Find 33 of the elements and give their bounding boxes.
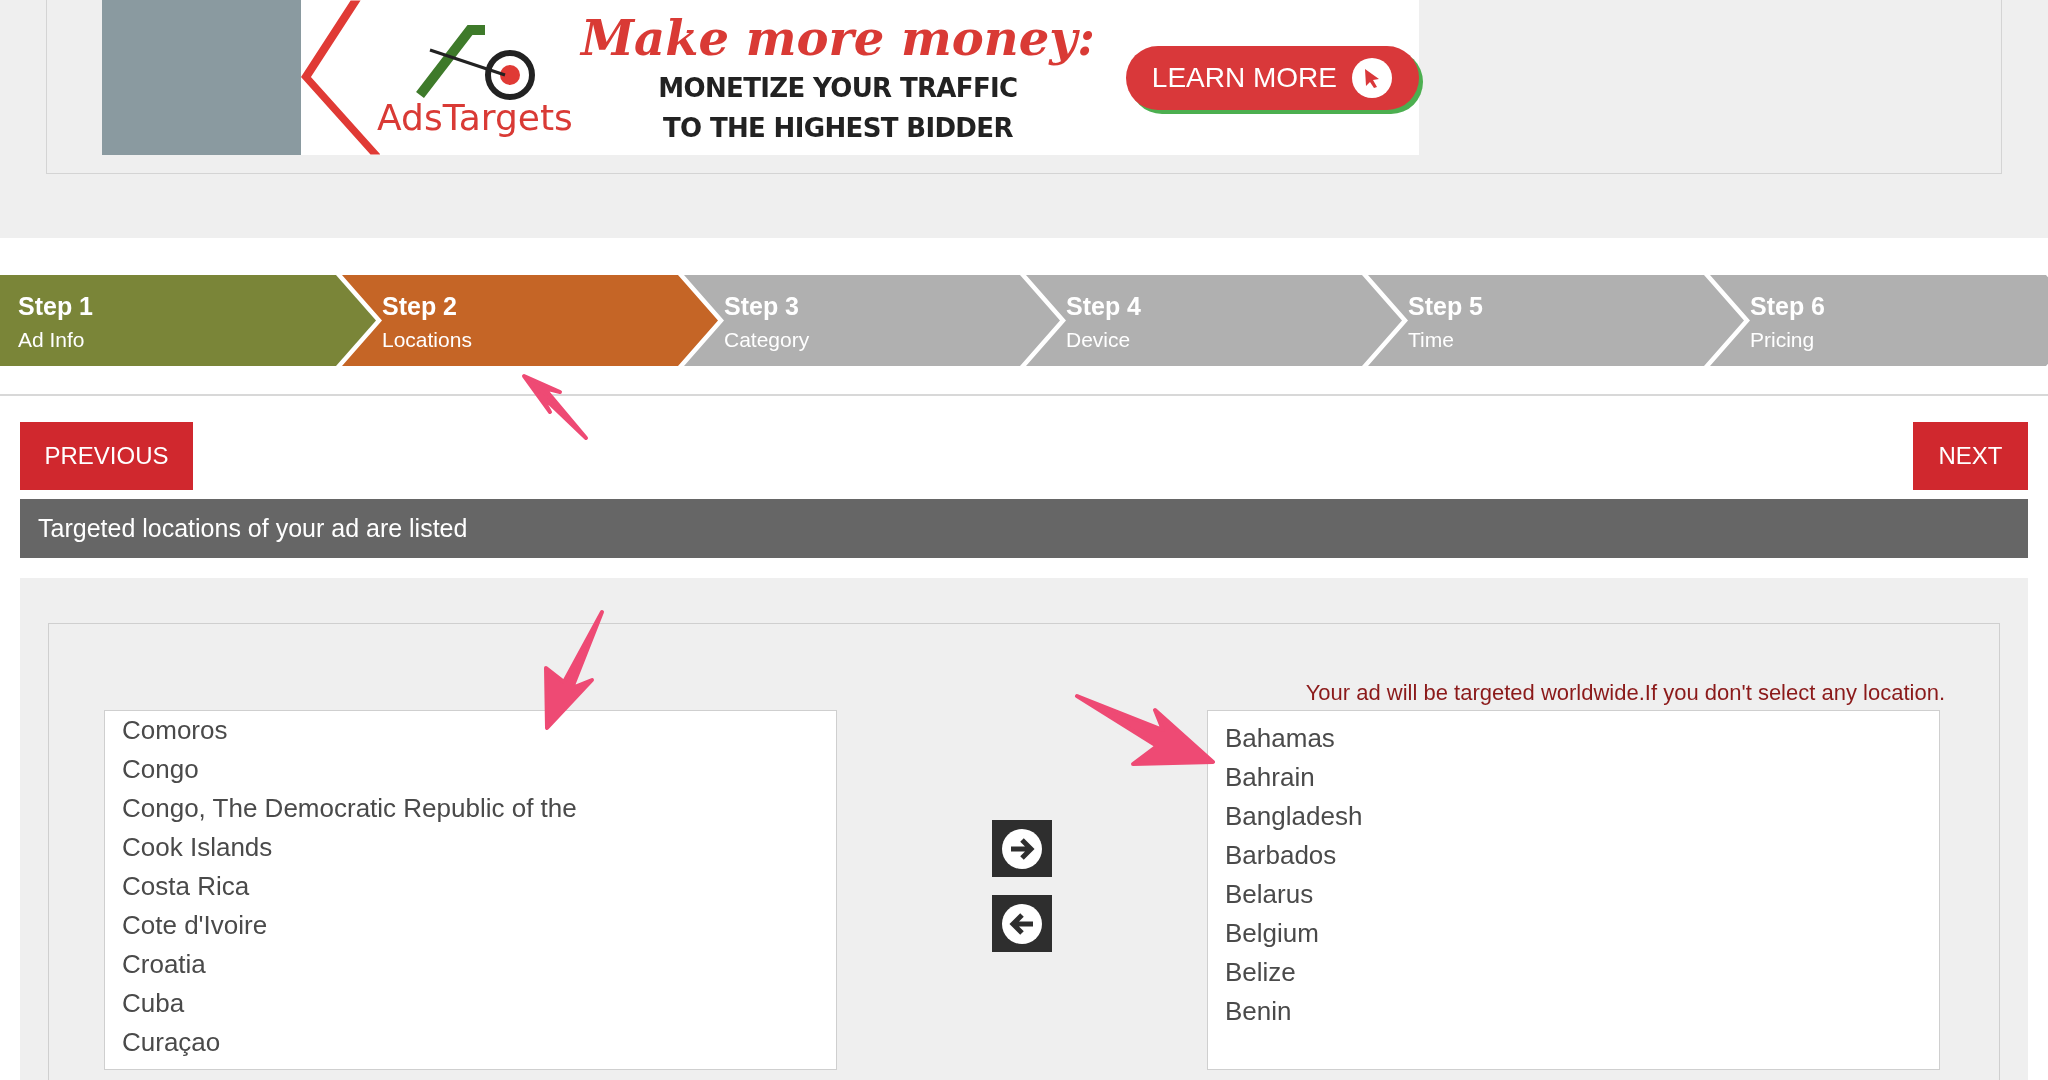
location-option[interactable]: Belize	[1225, 953, 1296, 992]
location-option[interactable]: Costa Rica	[122, 867, 250, 906]
section-header: Targeted locations of your ad are listed	[20, 499, 2028, 558]
location-option[interactable]: Curaçao	[122, 1023, 221, 1062]
ad-headline: Make more money:	[580, 8, 1095, 68]
location-option[interactable]: Barbados	[1225, 836, 1337, 875]
worldwide-notice: Your ad will be targeted worldwide.If you don't select any location.	[1305, 679, 1945, 707]
location-option[interactable]: Cuba	[122, 984, 185, 1023]
previous-button[interactable]: PREVIOUS	[20, 422, 193, 490]
location-option[interactable]: Bahrain	[1225, 758, 1315, 797]
move-right-button[interactable]	[992, 820, 1052, 877]
selected-locations-list[interactable]: Bahamas Bahrain Bangladesh Barbados Belarus Belgium Belize Benin	[1207, 710, 1940, 1070]
next-button[interactable]: NEXT	[1913, 422, 2028, 490]
location-option[interactable]: Benin	[1225, 992, 1292, 1031]
location-option[interactable]: Croatia	[122, 945, 206, 984]
step-tab[interactable]: Step 1 Ad Info	[0, 275, 376, 366]
location-option[interactable]: Cote d'Ivoire	[122, 906, 268, 945]
location-option[interactable]: Belarus	[1225, 875, 1314, 914]
ad-subline: MONETIZE YOUR TRAFFIC TO THE HIGHEST BIDDER	[657, 71, 1019, 145]
location-option[interactable]: Bangladesh	[1225, 797, 1363, 836]
step-tab[interactable]: Step 2 Locations	[342, 275, 718, 366]
available-locations-list[interactable]: Comoros Congo Congo, The Democratic Republic of the Cook Islands Costa Rica Cote d'Ivoire Croatia Cuba Curaçao	[104, 710, 837, 1070]
cursor-icon	[1351, 56, 1393, 99]
ad-banner[interactable]: AdsTargets Make more money: MONETIZE YOUR TRAFFIC TO THE HIGHEST BIDDER LEARN MORE	[102, 0, 1419, 155]
location-option[interactable]: Congo	[122, 750, 199, 789]
location-option[interactable]: Bahamas	[1225, 719, 1335, 758]
location-option[interactable]: Congo, The Democratic Republic of the	[122, 789, 577, 828]
move-left-button[interactable]	[992, 895, 1052, 952]
location-option[interactable]: Belgium	[1225, 914, 1319, 953]
brand-logo-text: AdsTargets	[377, 99, 573, 136]
annotation-arrow	[520, 372, 590, 442]
location-option[interactable]: Comoros	[122, 711, 228, 750]
location-option[interactable]: Cook Islands	[122, 828, 273, 867]
